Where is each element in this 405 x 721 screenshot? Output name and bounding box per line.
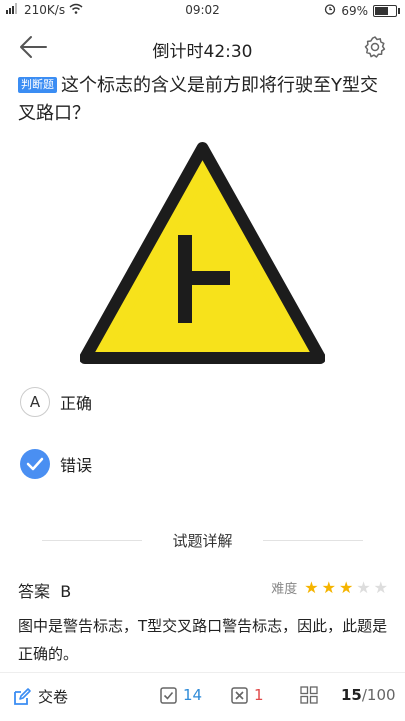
correct-check-icon xyxy=(160,686,177,704)
star-icon: ★ xyxy=(304,577,319,597)
submit-exam-label: 交卷 xyxy=(38,688,69,706)
question-text: 这个标志的含义是前方即将行驶至Y型交叉路口？ xyxy=(18,75,378,124)
star-empty-icon: ★ xyxy=(373,577,388,597)
battery-percent: 69% xyxy=(341,3,368,18)
progress-current: 15 xyxy=(341,686,362,704)
option-b-label: 错误 xyxy=(60,456,93,475)
question-text-block: 判断题 这个标志的含义是前方即将行驶至Y型交叉路口？ xyxy=(18,72,388,128)
wrong-count-value: 1 xyxy=(254,686,264,704)
star-icon: ★ xyxy=(338,577,354,597)
correct-count-value: 14 xyxy=(183,686,203,704)
difficulty-rating: 难度 ★ ★ ★ ★ ★ xyxy=(271,578,388,597)
divider-right xyxy=(263,540,363,541)
gear-icon xyxy=(364,36,386,58)
star-icon: ★ xyxy=(321,577,336,597)
answer-row: 答案 B 难度 ★ ★ ★ ★ ★ xyxy=(18,578,388,601)
alarm-icon xyxy=(324,3,336,18)
answer-label: 答案 xyxy=(18,582,51,601)
status-right: 69% xyxy=(324,3,400,18)
option-a[interactable]: A 正确 xyxy=(20,387,92,417)
question-progress: 15/100 xyxy=(341,686,396,704)
question-grid-button[interactable] xyxy=(300,686,318,704)
check-icon xyxy=(20,449,50,479)
battery-icon xyxy=(373,4,400,17)
star-empty-icon: ★ xyxy=(356,577,371,597)
correct-count[interactable]: 14 xyxy=(160,686,202,704)
option-b[interactable]: 错误 xyxy=(20,449,92,479)
difficulty-label: 难度 xyxy=(271,582,298,597)
explanation-text: 图中是警告标志，T型交叉路口警告标志，因此，此题是正确的。 xyxy=(18,617,388,663)
submit-exam-button[interactable]: 交卷 xyxy=(12,686,68,707)
answer: 答案 B xyxy=(18,578,71,602)
answer-value: B xyxy=(60,582,72,601)
edit-icon xyxy=(14,687,31,705)
settings-button[interactable] xyxy=(363,35,387,59)
top-nav: 倒计时42:30 xyxy=(0,22,405,72)
wrong-count[interactable]: 1 xyxy=(231,686,264,704)
bottom-bar: 交卷 14 1 15/100 xyxy=(0,672,405,721)
question-type-badge: 判断题 xyxy=(18,77,57,93)
countdown-title: 倒计时42:30 xyxy=(152,42,253,62)
progress-total: /100 xyxy=(361,686,396,704)
option-a-key: A xyxy=(20,387,50,417)
option-a-label: 正确 xyxy=(60,394,93,413)
grid-icon xyxy=(300,686,318,704)
t-intersection-warning-sign xyxy=(80,142,325,364)
status-bar: 210K/s 09:02 69% xyxy=(0,0,405,22)
wrong-x-icon xyxy=(231,686,248,704)
